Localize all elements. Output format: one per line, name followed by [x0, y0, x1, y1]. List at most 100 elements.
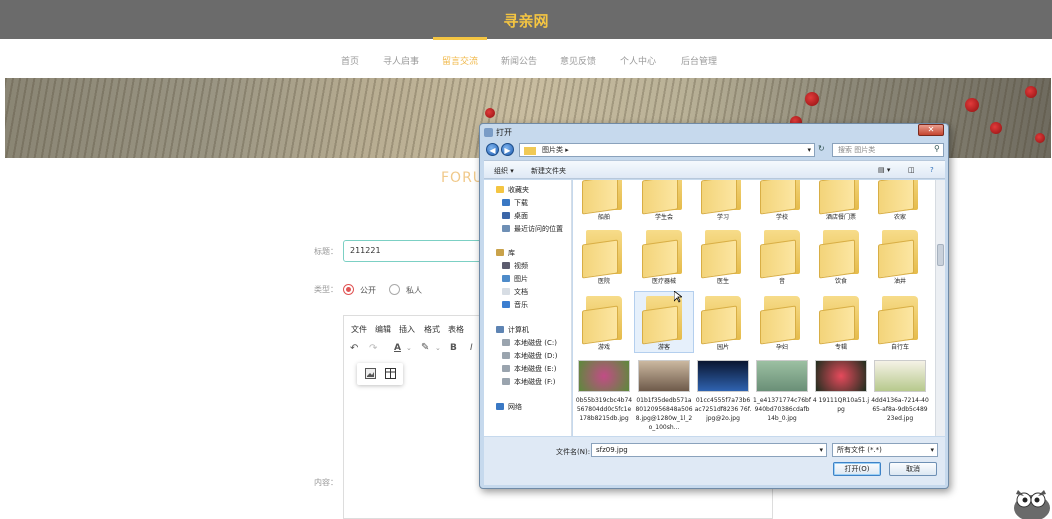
organize-button[interactable]: 组织 ▾ [494, 166, 514, 176]
new-folder-button[interactable]: 新建文件夹 [531, 166, 566, 176]
nav-message-board[interactable]: 留言交流 [442, 54, 478, 67]
nav-admin[interactable]: 后台管理 [681, 54, 717, 67]
image-file-item[interactable]: 01b1f35dedb571a80120956848a5068.jpg@1280… [635, 360, 693, 432]
folder-item[interactable]: 游戏 [575, 292, 633, 352]
tree-drive-d[interactable]: 本地磁盘 (D:) [502, 351, 557, 361]
tree-network[interactable]: 网络 [496, 402, 522, 412]
tree-drive-c[interactable]: 本地磁盘 (C:) [502, 338, 557, 348]
folder-item[interactable]: 医院 [575, 226, 633, 286]
table-icon[interactable] [385, 368, 396, 379]
poppy-flower [1035, 133, 1045, 143]
star-icon [496, 186, 504, 193]
menu-insert[interactable]: 插入 [399, 324, 415, 335]
folder-item[interactable]: 专辑 [812, 292, 870, 352]
folder-item[interactable]: 饮食 [812, 226, 870, 286]
text-color-icon[interactable]: A [394, 343, 401, 353]
nav-feedback[interactable]: 意见反馈 [560, 54, 596, 67]
search-icon[interactable]: ⚲ [934, 144, 940, 153]
view-icon[interactable]: ▤ ▾ [878, 166, 890, 174]
chevron-down-icon[interactable]: ▾ [930, 444, 934, 456]
site-title[interactable]: 寻亲网 [0, 10, 1052, 31]
nav-news[interactable]: 新闻公告 [501, 54, 537, 67]
address-bar[interactable]: 图片类 ▸ ▾ [519, 143, 815, 157]
undo-icon[interactable]: ↶ [350, 343, 358, 354]
radio-private[interactable] [389, 284, 400, 295]
folder-item[interactable]: 自行车 [871, 292, 929, 352]
back-button[interactable]: ◀ [486, 143, 499, 156]
filetype-select[interactable]: 所有文件 (*.*) ▾ [832, 443, 938, 457]
help-icon[interactable]: ? [930, 166, 934, 174]
tree-favorites[interactable]: 收藏夹 [496, 185, 529, 195]
folder-item[interactable]: 音 [753, 226, 811, 286]
folder-item[interactable]: 学校 [753, 180, 811, 222]
folder-item[interactable]: 医疗器械 [635, 226, 693, 286]
tree-videos[interactable]: 视频 [502, 261, 528, 271]
tree-drive-e[interactable]: 本地磁盘 (E:) [502, 364, 556, 374]
folder-item[interactable]: 医生 [694, 226, 752, 286]
image-file-item[interactable]: 4dd4136a-7214-4065-af8a-9db5c48923ed.jpg [871, 360, 929, 423]
open-button[interactable]: 打开(O) [833, 462, 881, 476]
dialog-titlebar[interactable]: 打开 ✕ [480, 124, 948, 141]
nav-home[interactable]: 首页 [341, 54, 359, 67]
tree-music[interactable]: 音乐 [502, 300, 528, 310]
drive-icon [502, 378, 510, 385]
preview-pane-icon[interactable]: ◫ [908, 166, 915, 174]
bold-icon[interactable]: B [450, 343, 457, 353]
tree-libraries[interactable]: 库 [496, 248, 515, 258]
folder-item[interactable]: 园片 [694, 292, 752, 352]
content-label: 内容： [314, 478, 338, 487]
scrollbar-thumb[interactable] [937, 244, 944, 266]
folder-item[interactable]: 酒店餐门票 [812, 180, 870, 222]
tree-pictures[interactable]: 图片 [502, 274, 528, 284]
nav-missing-persons[interactable]: 寻人启事 [383, 54, 419, 67]
filename-input[interactable]: sfz09.jpg ▾ [591, 443, 827, 457]
image-file-item[interactable]: 01cc4555f7a73b6ac7251df8236 76f.jpg@2o.j… [694, 360, 752, 423]
menu-edit[interactable]: 编辑 [375, 324, 391, 335]
tree-recent[interactable]: 最近访问的位置 [502, 224, 563, 234]
image-file-item[interactable]: 0b55b319cbc4b74567804dd0c5fc1e178b8215db… [575, 360, 633, 423]
menu-table[interactable]: 表格 [448, 324, 464, 335]
highlight-icon[interactable]: ✎ [421, 342, 429, 353]
image-icon[interactable] [365, 368, 376, 379]
tree-desktop[interactable]: 桌面 [502, 211, 528, 221]
image-file-item[interactable]: 1_e41371774c76bf940bd70386cdafb14b_0.jpg [753, 360, 811, 423]
folder-item[interactable]: 学习 [694, 180, 752, 222]
folder-icon [760, 292, 804, 345]
folder-item[interactable]: 孕妇 [753, 292, 811, 352]
folder-item[interactable]: 船舶 [575, 180, 633, 222]
folder-item-hovered[interactable]: 游客 [634, 291, 694, 353]
image-file-item[interactable]: 4 19111QR10a51.jpg [812, 360, 870, 414]
menu-file[interactable]: 文件 [351, 324, 367, 335]
tree-drive-f[interactable]: 本地磁盘 (F:) [502, 377, 556, 387]
refresh-icon[interactable]: ↻ [818, 144, 825, 153]
menu-format[interactable]: 格式 [424, 324, 440, 335]
active-indicator [433, 37, 487, 40]
cancel-button[interactable]: 取消 [889, 462, 937, 476]
redo-icon[interactable]: ↷ [369, 343, 377, 354]
chevron-down-icon[interactable]: ▾ [819, 444, 823, 456]
italic-icon[interactable]: I [470, 343, 473, 353]
navigation-pane: 收藏夹 下载 桌面 最近访问的位置 库 视频 图片 文档 音乐 计算机 本地磁盘… [484, 180, 572, 436]
poppy-flower [1025, 86, 1037, 98]
close-button[interactable]: ✕ [918, 124, 944, 136]
title-input[interactable]: 211221 [343, 240, 493, 262]
chevron-down-icon[interactable]: ▾ [807, 144, 811, 156]
radio-public[interactable] [343, 284, 354, 295]
drive-icon [502, 339, 510, 346]
tree-computer[interactable]: 计算机 [496, 325, 529, 335]
folder-icon [582, 292, 626, 345]
image-thumbnail [638, 360, 690, 392]
recent-icon [502, 225, 510, 232]
folder-item[interactable]: 学生会 [635, 180, 693, 222]
tree-documents[interactable]: 文档 [502, 287, 528, 297]
chevron-down-icon[interactable]: ⌄ [406, 344, 412, 352]
nav-user-center[interactable]: 个人中心 [620, 54, 656, 67]
folder-item[interactable]: 油井 [871, 226, 929, 286]
chevron-down-icon[interactable]: ⌄ [435, 344, 441, 352]
forward-button[interactable]: ▶ [501, 143, 514, 156]
computer-icon [496, 326, 504, 333]
folder-item[interactable]: 农家 [871, 180, 929, 222]
search-input[interactable]: 搜索 图片类 [832, 143, 944, 157]
tree-downloads[interactable]: 下载 [502, 198, 528, 208]
file-list-scrollbar[interactable] [935, 180, 945, 436]
